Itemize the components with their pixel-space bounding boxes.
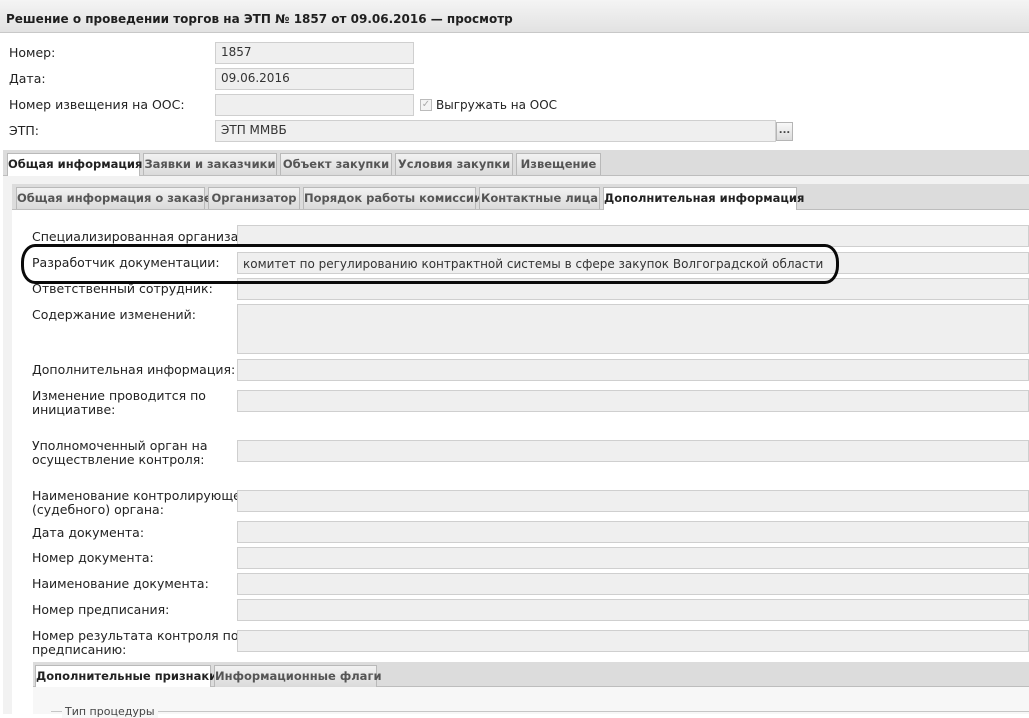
control-body-field[interactable] xyxy=(237,440,1029,462)
control-body-label-line1: Уполномоченный орган на xyxy=(32,438,208,453)
judicial-body-label-line2: (судебного) органа: xyxy=(32,502,164,517)
export-oos-label: Выгружать на ООС xyxy=(436,98,558,112)
order-number-field[interactable] xyxy=(237,599,1029,621)
control-result-label-line1: Номер результата контроля по xyxy=(32,628,239,643)
number-field[interactable]: 1857 xyxy=(215,42,414,64)
initiative-label-line2: инициативе: xyxy=(32,402,116,417)
tab-additional-attributes[interactable]: Дополнительные признаки xyxy=(35,665,217,688)
additional-attributes-panel xyxy=(33,687,1029,714)
date-field[interactable]: 09.06.2016 xyxy=(215,68,414,90)
doc-number-field[interactable] xyxy=(237,547,1029,569)
sub-tabs: Общая информация о заказе Организатор По… xyxy=(12,184,1029,210)
bottom-tabs: Дополнительные признаки Информационные ф… xyxy=(33,662,1029,688)
changes-content-label: Содержание изменений: xyxy=(32,307,196,322)
etp-select-button[interactable]: ... xyxy=(776,122,793,141)
subtab-order-general-info[interactable]: Общая информация о заказе xyxy=(16,187,212,209)
main-tabs: Общая информация Заявки и заказчики Объе… xyxy=(3,150,1029,176)
specialized-org-label: Специализированная организация: xyxy=(32,229,267,244)
tab-general-info[interactable]: Общая информация xyxy=(7,153,142,176)
window-titlebar: Решение о проведении торгов на ЭТП № 185… xyxy=(0,0,1029,33)
doc-date-field[interactable] xyxy=(237,521,1029,543)
doc-number-label: Номер документа: xyxy=(32,550,154,565)
additional-info-label: Дополнительная информация: xyxy=(32,362,236,377)
order-number-label: Номер предписания: xyxy=(32,602,170,617)
additional-info-field[interactable] xyxy=(237,359,1029,381)
notice-number-field[interactable] xyxy=(215,94,414,116)
control-result-label-line2: предписанию: xyxy=(32,642,127,657)
initiative-field[interactable] xyxy=(237,390,1029,412)
judicial-body-field[interactable] xyxy=(237,490,1029,512)
export-oos-checkbox[interactable]: ✓ xyxy=(420,99,432,111)
subtab-additional-info[interactable]: Дополнительная информация xyxy=(603,187,804,210)
etp-field[interactable]: ЭТП ММВБ xyxy=(215,120,776,142)
tab-information-flags[interactable]: Информационные флаги xyxy=(214,665,382,687)
etp-label: ЭТП: xyxy=(9,123,39,138)
subtab-contact-persons[interactable]: Контактные лица xyxy=(479,187,600,209)
highlight-oval xyxy=(21,244,839,284)
changes-content-field[interactable] xyxy=(237,304,1029,354)
judicial-body-label-line1: Наименование контролирующего xyxy=(32,488,255,503)
tab-applications-customers[interactable]: Заявки и заказчики xyxy=(143,153,277,175)
control-result-field[interactable] xyxy=(237,630,1029,652)
number-label: Номер: xyxy=(9,45,56,60)
tab-procurement-object[interactable]: Объект закупки xyxy=(280,153,392,175)
procedure-type-fieldset xyxy=(51,711,1029,712)
doc-name-field[interactable] xyxy=(237,573,1029,595)
ellipsis-icon: ... xyxy=(778,125,791,136)
subtab-organizer[interactable]: Организатор xyxy=(208,187,300,209)
date-label: Дата: xyxy=(9,71,46,86)
window-title: Решение о проведении торгов на ЭТП № 185… xyxy=(6,12,513,26)
subtab-commission-procedure[interactable]: Порядок работы комиссии xyxy=(303,187,482,209)
initiative-label-line1: Изменение проводится по xyxy=(32,388,206,403)
doc-name-label: Наименование документа: xyxy=(32,576,209,591)
tab-notice[interactable]: Извещение xyxy=(516,153,601,175)
procedure-type-legend: Тип процедуры xyxy=(62,705,158,718)
control-body-label-line2: осуществление контроля: xyxy=(32,452,205,467)
checkmark-icon: ✓ xyxy=(421,99,431,110)
notice-number-label: Номер извещения на ООС: xyxy=(9,97,185,112)
doc-date-label: Дата документа: xyxy=(32,525,145,540)
tab-procurement-conditions[interactable]: Условия закупки xyxy=(395,153,513,175)
